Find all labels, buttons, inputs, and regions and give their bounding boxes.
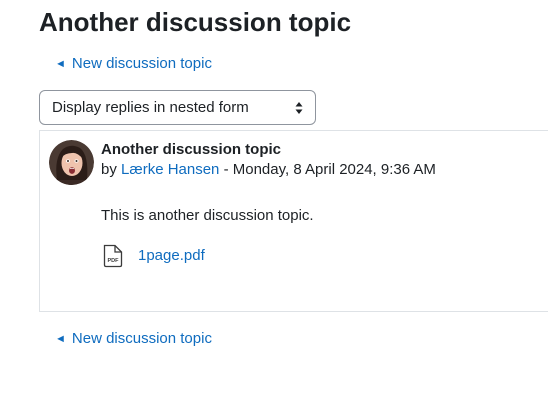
discussion-page: Another discussion topic ◄ New discussion… <box>0 0 548 408</box>
display-mode-selected-value: Display replies in nested form <box>52 99 249 116</box>
display-mode-select[interactable]: Display replies in nested form <box>39 90 316 125</box>
nav-link-label: New discussion topic <box>71 55 212 72</box>
post-message: This is another discussion topic. <box>101 207 314 224</box>
pdf-file-icon: PDF <box>103 244 123 268</box>
nav-link-label: New discussion topic <box>71 330 212 347</box>
byline-prefix: by <box>101 161 117 178</box>
pdf-icon-text: PDF <box>108 258 120 264</box>
author-link[interactable]: Lærke Hansen <box>121 161 219 178</box>
byline-separator: - <box>223 161 229 178</box>
page-title: Another discussion topic <box>39 7 352 37</box>
avatar[interactable] <box>49 140 94 185</box>
post-date: Monday, 8 April 2024, 9:36 AM <box>232 161 436 178</box>
sort-caret-icon <box>295 102 303 114</box>
left-arrow-icon: ◄ <box>55 58 66 70</box>
new-discussion-topic-link-bottom[interactable]: ◄ New discussion topic <box>55 329 212 350</box>
post-subject: Another discussion topic <box>101 141 282 158</box>
left-arrow-icon: ◄ <box>55 333 66 345</box>
new-discussion-topic-link-top[interactable]: ◄ New discussion topic <box>55 54 212 75</box>
discussion-post: Another discussion topic by Lærke Hansen… <box>39 130 548 312</box>
post-byline: by Lærke Hansen - Monday, 8 April 2024, … <box>101 160 436 180</box>
user-photo-icon <box>49 140 94 185</box>
attachment-link[interactable]: 1page.pdf <box>138 246 205 266</box>
